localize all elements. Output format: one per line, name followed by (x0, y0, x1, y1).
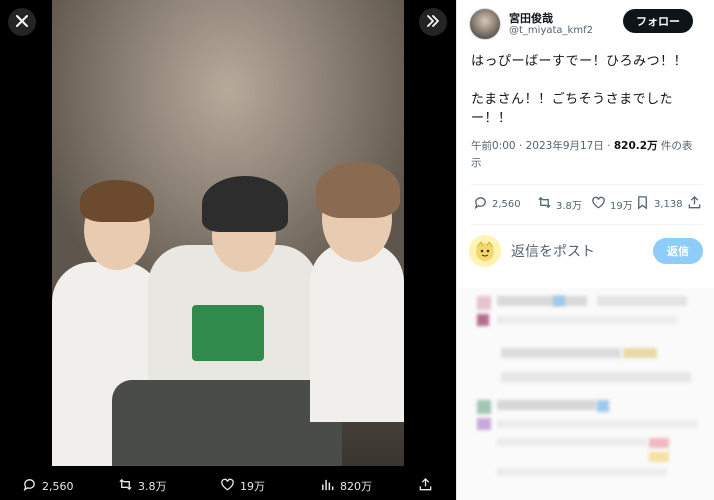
viewer-view-count: 820万 (340, 480, 372, 493)
tweet-panel: 宮田俊哉 @t_miyata_kmf2 フォロー はっぴーばーすでー！ひろみつ！… (456, 0, 714, 500)
reply-submit-button[interactable]: 返信 (653, 238, 703, 264)
viewer-reply-count: 2,560 (42, 479, 74, 493)
tweet-text-line: はっぴーばーすでー！ひろみつ！！ (471, 54, 688, 69)
bar-chart-icon (320, 477, 335, 495)
share-icon (418, 477, 433, 495)
repost-count: 3.8万 (556, 200, 582, 212)
bookmark-count: 3,138 (654, 198, 683, 210)
photo-person-left-hair (80, 180, 154, 222)
tweet-text-line: たまさん！！ごちそうさまでした (471, 92, 674, 107)
cartoon-avatar-icon (476, 241, 494, 261)
reply-icon (473, 195, 488, 213)
reply-button[interactable]: 2,560 (473, 195, 521, 213)
repost-icon (537, 195, 552, 213)
viewer-reply-button[interactable]: 2,560 (22, 477, 74, 495)
divider (471, 224, 703, 225)
reply-composer: 返信をポスト 返信 (469, 234, 705, 270)
like-button[interactable]: 19万 (591, 195, 633, 213)
photo-person-right-shirt (310, 242, 404, 422)
author-handle[interactable]: @t_miyata_kmf2 (509, 25, 593, 36)
avatar[interactable] (469, 8, 501, 40)
close-button[interactable] (8, 8, 36, 36)
viewer-repost-button[interactable]: 3.8万 (118, 477, 167, 495)
viewer-action-bar: 2,560 3.8万 19万 820万 (0, 472, 456, 500)
tweet-timestamp[interactable]: 午前0:00 · 2023年9月17日 · (471, 140, 614, 152)
tweet-view-count: 820.2万 (613, 140, 658, 152)
follow-button[interactable]: フォロー (623, 9, 693, 33)
photo-pants (112, 380, 342, 466)
reply-count: 2,560 (492, 198, 521, 210)
author-name[interactable]: 宮田俊哉 (509, 10, 553, 26)
divider (471, 184, 703, 185)
photo-bucket-hat (202, 176, 288, 232)
share-icon (687, 195, 702, 213)
x-media-viewer: 2,560 3.8万 19万 820万 宮田俊哉 @t_miyata_kmf2 … (0, 0, 714, 500)
viewer-share-button[interactable] (418, 477, 433, 495)
viewer-repost-count: 3.8万 (138, 480, 167, 493)
user-avatar[interactable] (469, 235, 501, 267)
viewer-views-button[interactable]: 820万 (320, 477, 372, 495)
tweet-photo[interactable] (52, 0, 404, 466)
expand-panel-button[interactable] (419, 8, 447, 36)
tweet-view-suffix-2: 示 (471, 157, 482, 169)
tweet-meta: 午前0:00 · 2023年9月17日 · 820.2万 件の表 示 (471, 138, 703, 172)
reply-input[interactable]: 返信をポスト (511, 241, 595, 261)
tweet-view-suffix: 件の表 (657, 140, 693, 152)
photo-person-right-hair (316, 162, 400, 218)
heart-icon (220, 477, 235, 495)
bookmark-button[interactable]: 3,138 (635, 195, 683, 213)
blurred-replies (457, 288, 714, 500)
viewer-like-button[interactable]: 19万 (220, 477, 265, 495)
photo-shirt-print (192, 305, 264, 361)
tweet-stats-bar: 2,560 3.8万 19万 3,138 (471, 193, 703, 217)
share-button[interactable] (687, 195, 702, 213)
tweet-author: 宮田俊哉 @t_miyata_kmf2 フォロー (469, 8, 709, 42)
reply-icon (22, 477, 37, 495)
double-chevron-right-icon (426, 13, 440, 32)
bookmark-icon (635, 195, 650, 213)
tweet-text-line: ー！！ (471, 111, 512, 126)
heart-icon (591, 195, 606, 213)
repost-button[interactable]: 3.8万 (537, 195, 582, 213)
like-count: 19万 (610, 200, 633, 212)
close-icon (15, 13, 29, 32)
media-viewer: 2,560 3.8万 19万 820万 (0, 0, 456, 500)
viewer-like-count: 19万 (240, 480, 265, 493)
tweet-text: はっぴーばーすでー！ひろみつ！！ たまさん！！ごちそうさまでした ー！！ (471, 52, 703, 128)
repost-icon (118, 477, 133, 495)
